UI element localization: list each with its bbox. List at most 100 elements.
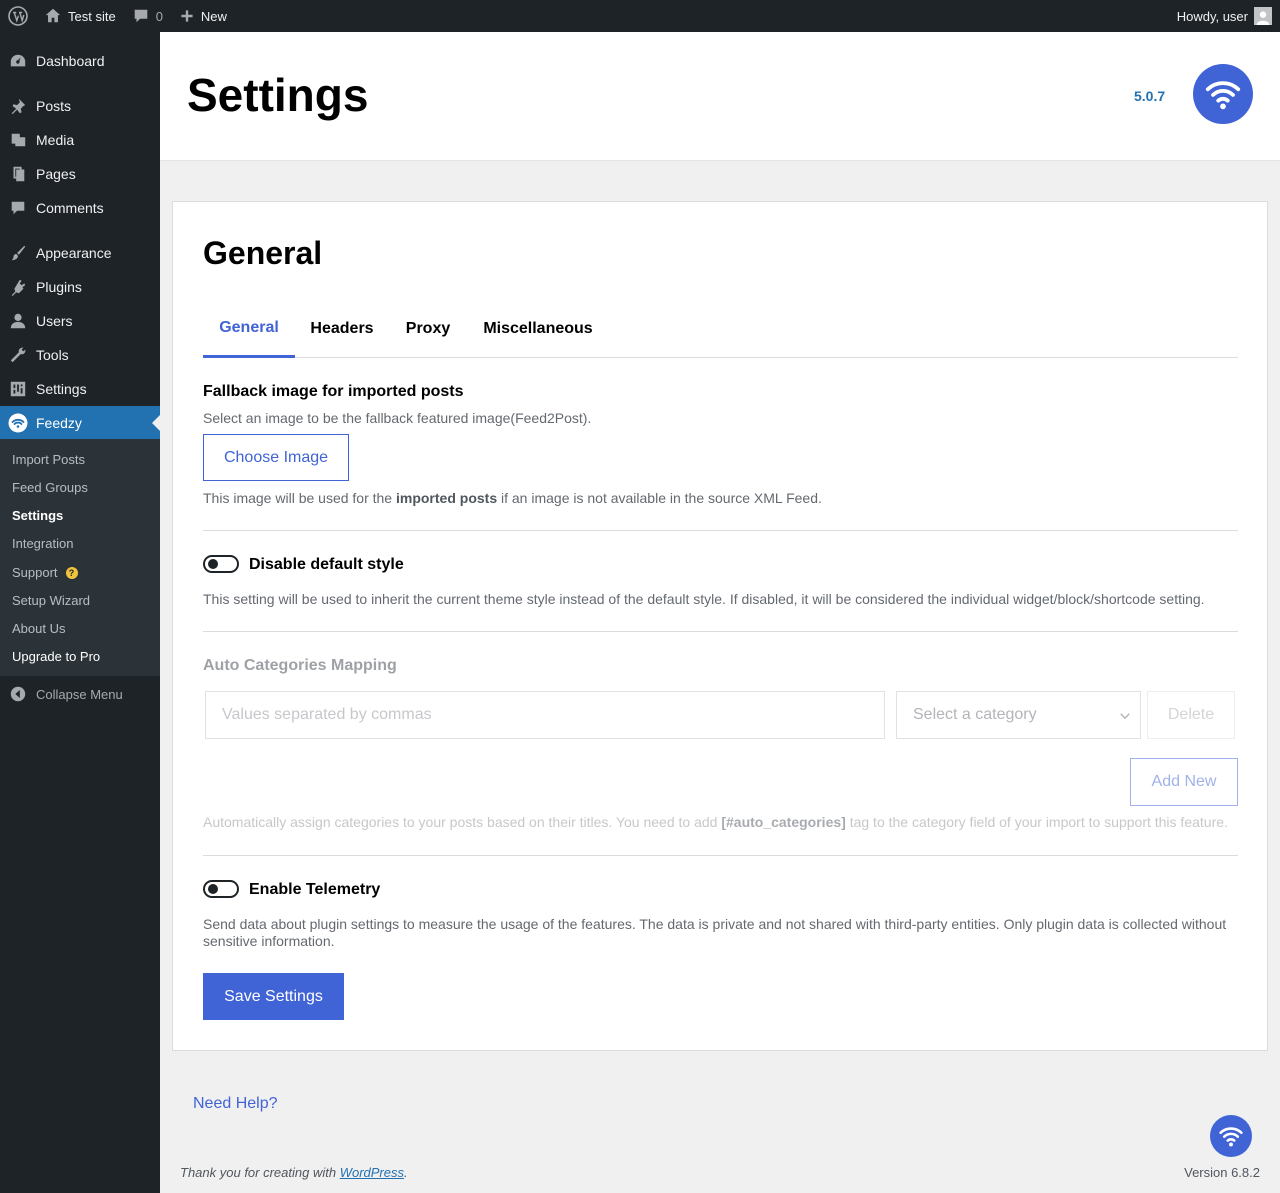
footer-version: Version 6.8.2: [1184, 1165, 1260, 1180]
submenu-item-support[interactable]: Support?: [12, 565, 78, 580]
submenu-item-feed-groups[interactable]: Feed Groups: [12, 480, 88, 495]
sidebar-item-media[interactable]: Media: [0, 123, 160, 157]
collapse-arrow-icon: [10, 686, 26, 702]
footer-text: Thank you for creating with: [180, 1165, 340, 1180]
divider: [203, 631, 1238, 632]
sidebar-item-label: Posts: [36, 98, 72, 114]
plus-icon: [181, 10, 193, 22]
media-icon: [11, 133, 26, 147]
settings-card: General General Headers Proxy Miscellane…: [172, 201, 1268, 1051]
new-label: New: [200, 8, 227, 24]
auto-categories-tag: [#auto_categories]: [721, 814, 846, 830]
plugin-version: 5.0.7: [1134, 88, 1166, 104]
fallback-image-note: This image will be used for the imported…: [203, 490, 1238, 507]
disable-default-style-toggle[interactable]: [203, 555, 239, 573]
submenu-item-upgrade-to-pro[interactable]: Upgrade to Pro: [12, 649, 100, 664]
wordpress-icon: [8, 6, 28, 26]
enable-telemetry-toggle[interactable]: [203, 880, 239, 898]
note-bold: imported posts: [395, 490, 498, 506]
sidebar-item-pages[interactable]: Pages: [0, 157, 160, 191]
sidebar-item-comments[interactable]: Comments: [0, 191, 160, 225]
disable-default-style-description: This setting will be used to inherit the…: [203, 591, 1205, 607]
my-account-menu[interactable]: Howdy, user: [1163, 0, 1280, 32]
sidebar-item-users[interactable]: Users: [0, 304, 160, 338]
tab-headers[interactable]: Headers: [303, 300, 381, 358]
enable-telemetry-description: Send data about plugin settings to measu…: [203, 916, 1227, 949]
wordpress-link[interactable]: WordPress: [340, 1165, 404, 1180]
sidebar-item-posts[interactable]: Posts: [0, 89, 160, 123]
save-settings-button[interactable]: Save Settings: [203, 973, 344, 1020]
dashboard-icon: [10, 54, 26, 67]
feedzy-icon: [8, 413, 28, 433]
note-text: if an image is not available in the sour…: [497, 490, 822, 506]
add-new-mapping-button[interactable]: Add New: [1130, 758, 1238, 806]
admin-sidebar: Dashboard Posts Media Pages Comments App…: [0, 32, 160, 1193]
avatar-icon: [1256, 11, 1270, 25]
auto-categories-title: Auto Categories Mapping: [203, 657, 397, 674]
footer-text: .: [404, 1165, 408, 1180]
need-help-link[interactable]: Need Help?: [193, 1095, 278, 1113]
collapse-menu-button[interactable]: Collapse Menu: [0, 680, 160, 708]
sidebar-item-appearance[interactable]: Appearance: [0, 236, 160, 270]
comments-link[interactable]: 0: [124, 0, 171, 32]
help-widget-button[interactable]: [1210, 1115, 1252, 1157]
category-select-value: Select a category: [913, 706, 1037, 723]
home-icon: [45, 8, 61, 23]
wrench-icon: [10, 347, 26, 363]
category-keywords-input[interactable]: Values separated by commas: [205, 691, 885, 739]
sidebar-item-label: Feedzy: [36, 415, 82, 431]
sidebar-item-label: Appearance: [36, 245, 112, 261]
help-badge-icon: ?: [65, 567, 78, 579]
sliders-icon: [10, 381, 26, 397]
comment-icon: [11, 201, 25, 215]
submenu-item-import-posts[interactable]: Import Posts: [12, 452, 85, 467]
submenu-item-about-us[interactable]: About Us: [12, 621, 65, 636]
sidebar-item-label: Dashboard: [36, 53, 105, 69]
sidebar-item-label: Settings: [36, 381, 87, 397]
tab-proxy[interactable]: Proxy: [397, 300, 459, 358]
section-title: General: [203, 235, 323, 271]
avatar: [1254, 7, 1272, 25]
chevron-down-icon: [1120, 713, 1130, 720]
new-content-link[interactable]: New: [171, 0, 235, 32]
comments-count: 0: [155, 8, 163, 24]
plug-icon: [11, 279, 26, 296]
submenu-item-setup-wizard[interactable]: Setup Wizard: [12, 593, 90, 608]
wordpress-logo-menu[interactable]: [0, 0, 36, 32]
fallback-image-description: Select an image to be the fallback featu…: [203, 410, 592, 426]
page-header: Settings 5.0.7: [160, 32, 1280, 161]
settings-tabs: General Headers Proxy Miscellaneous: [203, 300, 1238, 358]
pages-icon: [13, 166, 25, 182]
submenu-item-settings[interactable]: Settings: [12, 508, 63, 523]
sidebar-item-dashboard[interactable]: Dashboard: [0, 44, 160, 78]
sidebar-item-label: Pages: [36, 166, 76, 182]
sidebar-item-label: Users: [36, 313, 73, 329]
sidebar-item-plugins[interactable]: Plugins: [0, 270, 160, 304]
wifi-icon: [1205, 81, 1241, 110]
collapse-menu-label: Collapse Menu: [36, 686, 123, 702]
choose-image-button[interactable]: Choose Image: [203, 434, 349, 481]
desc-text: Automatically assign categories to your …: [203, 814, 722, 830]
divider: [203, 855, 1238, 856]
brush-icon: [11, 245, 26, 261]
note-text: This image will be used for the: [203, 490, 396, 506]
category-select[interactable]: Select a category: [896, 691, 1141, 739]
auto-categories-description: Automatically assign categories to your …: [203, 814, 1238, 831]
sidebar-item-settings[interactable]: Settings: [0, 372, 160, 406]
delete-mapping-button[interactable]: Delete: [1147, 691, 1235, 739]
sidebar-item-label: Media: [36, 132, 75, 148]
submenu-item-integration[interactable]: Integration: [12, 536, 73, 551]
user-icon: [10, 313, 26, 329]
greeting: Howdy, user: [1176, 8, 1248, 24]
tab-general[interactable]: General: [203, 300, 295, 358]
sidebar-item-tools[interactable]: Tools: [0, 338, 160, 372]
site-name-link[interactable]: Test site: [36, 0, 124, 32]
sidebar-item-feedzy[interactable]: Feedzy: [0, 406, 160, 440]
feedzy-submenu: Import Posts Feed Groups Settings Integr…: [0, 439, 160, 676]
site-name: Test site: [68, 8, 116, 24]
disable-default-style-label: Disable default style: [249, 556, 404, 573]
tab-miscellaneous[interactable]: Miscellaneous: [475, 300, 601, 358]
wifi-icon: [1219, 1127, 1243, 1147]
comment-icon: [134, 9, 147, 23]
admin-bar: Test site 0 New Howdy, user: [0, 0, 1280, 32]
